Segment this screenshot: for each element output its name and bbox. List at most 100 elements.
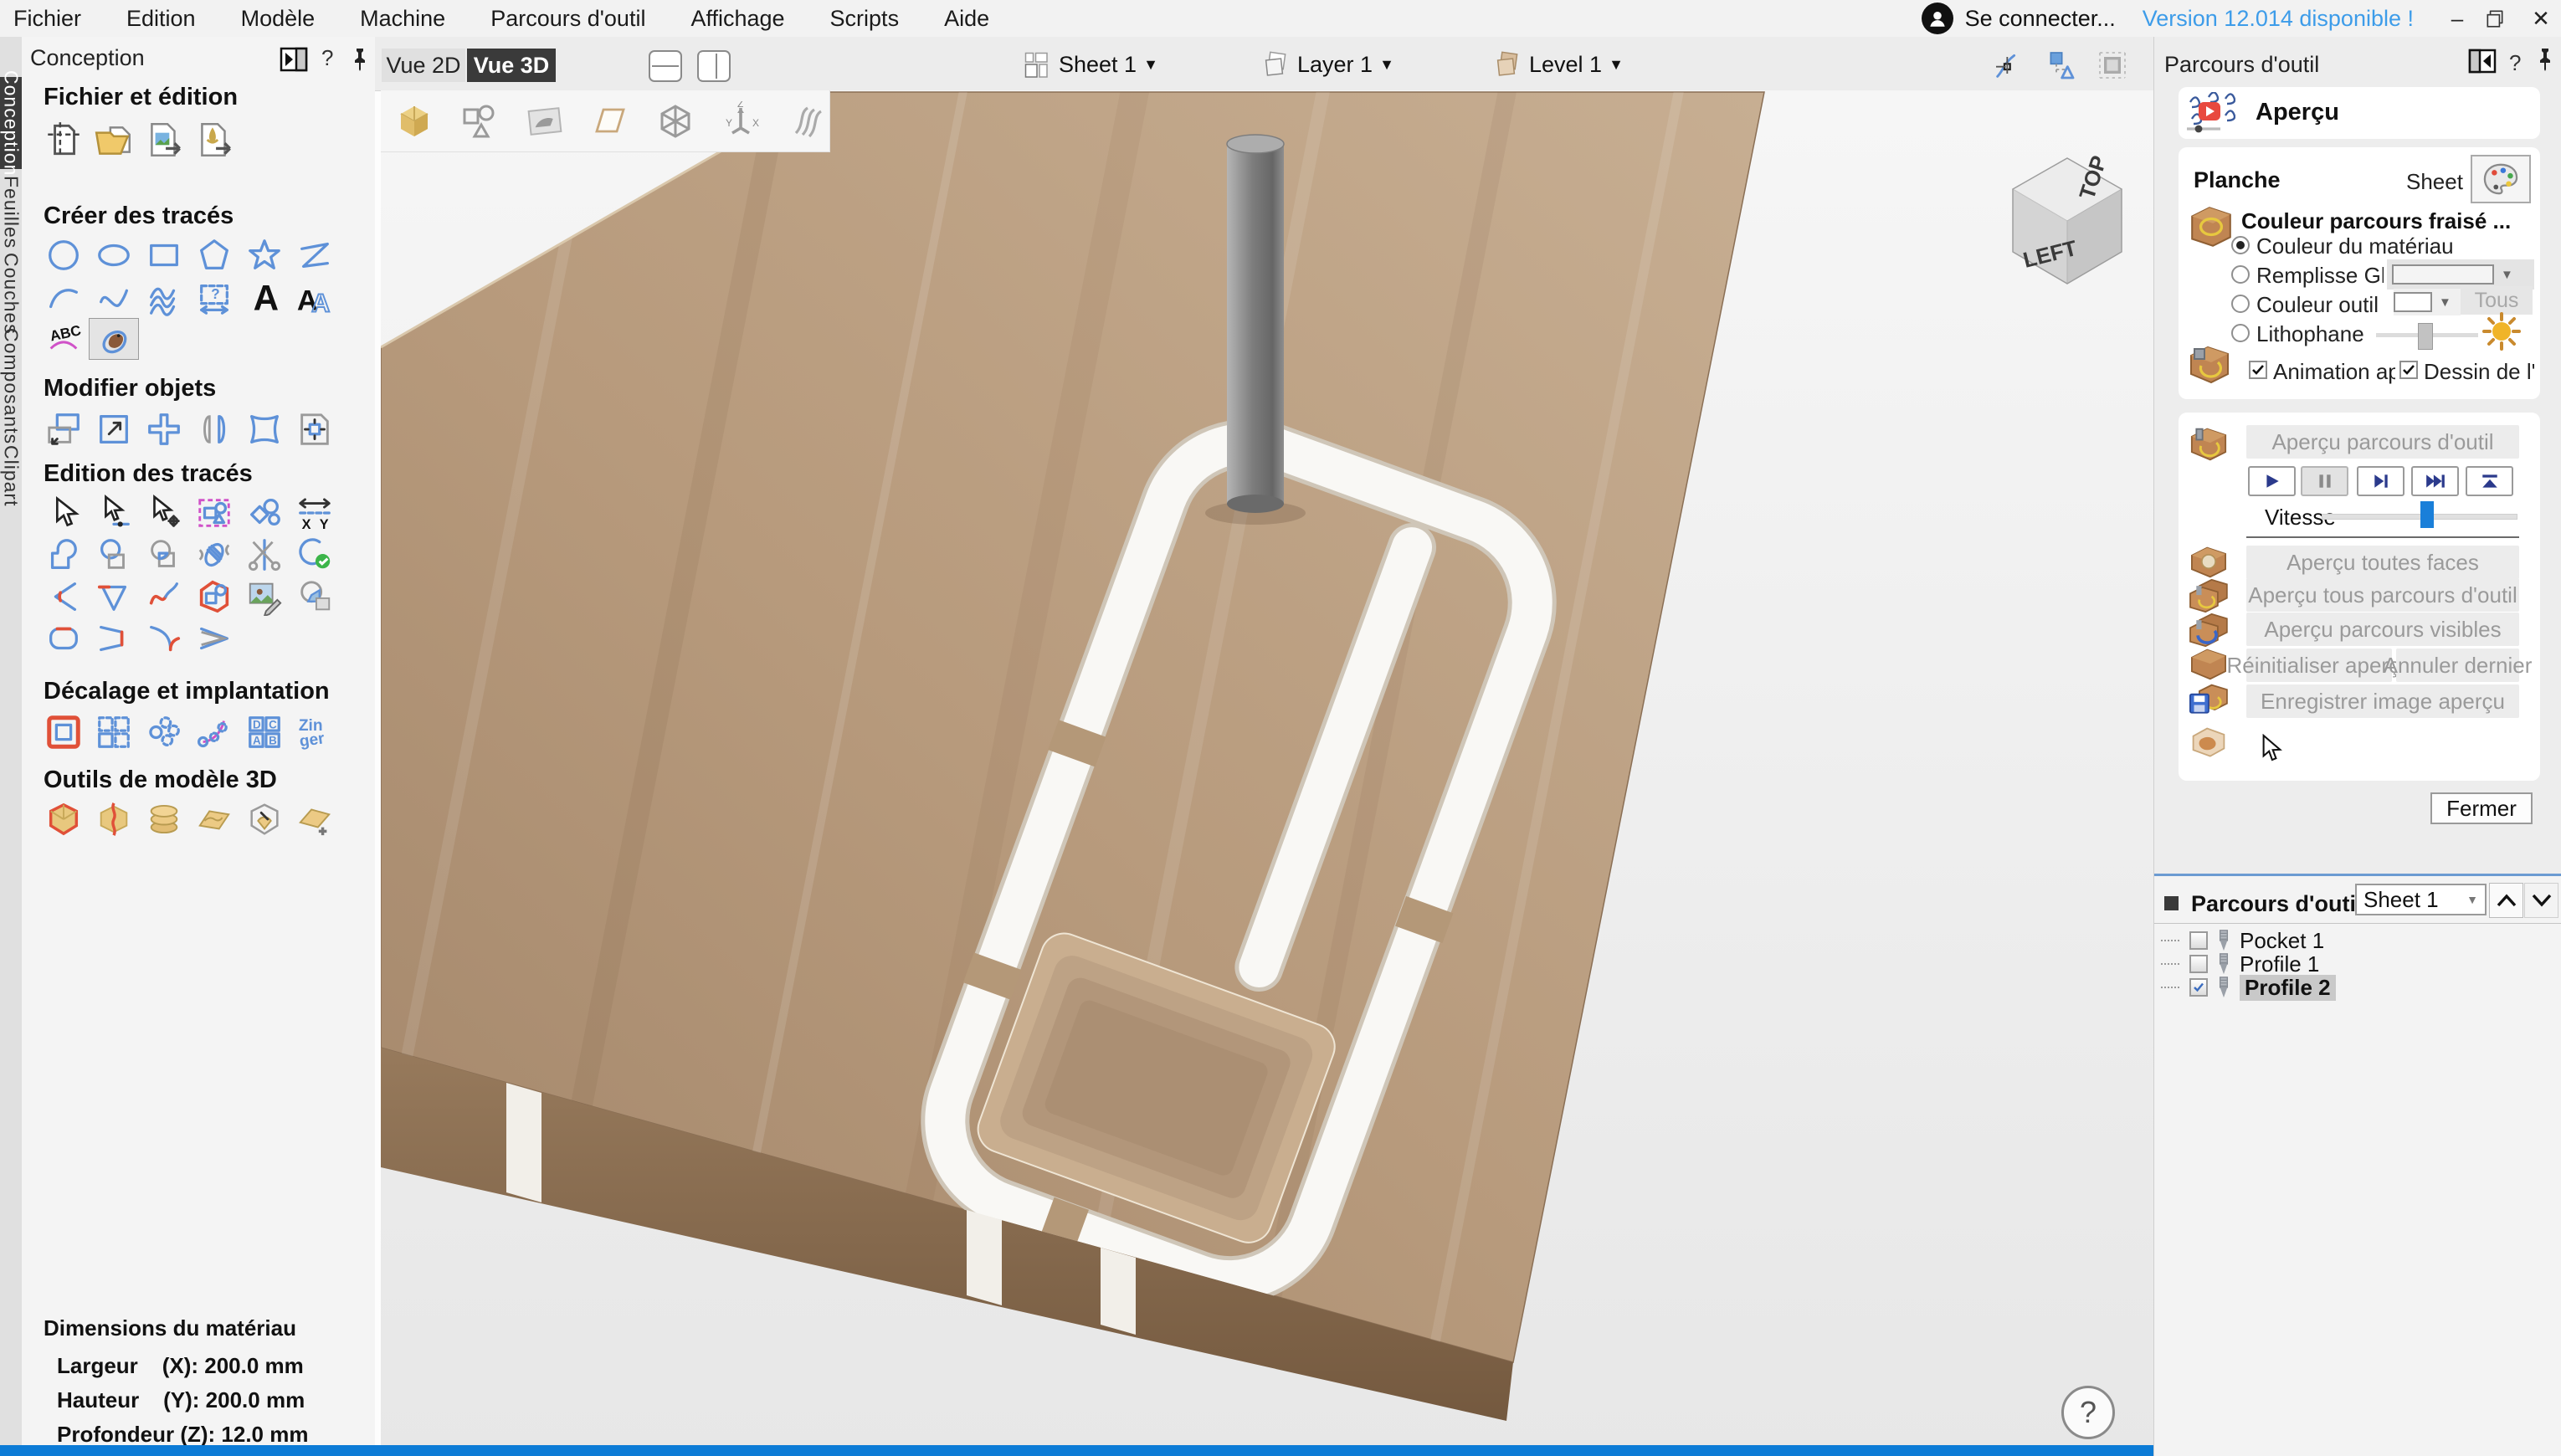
model3d-split-icon[interactable]: [89, 798, 139, 840]
menu-edition[interactable]: Edition: [104, 0, 218, 37]
side-tab-conception[interactable]: Conception: [0, 77, 22, 169]
show-axes-icon[interactable]: ZYX: [721, 101, 761, 141]
model3d-slices-icon[interactable]: [139, 798, 189, 840]
toolpath-sheet-select[interactable]: Sheet 1 ▼: [2355, 884, 2487, 915]
radio-lithophane[interactable]: [2231, 324, 2250, 342]
box-select-icon[interactable]: [189, 492, 239, 534]
draw-polygon-icon[interactable]: [189, 234, 239, 276]
step-forward-button[interactable]: [2357, 466, 2404, 496]
move-object-icon[interactable]: [38, 408, 89, 450]
side-tab-couches[interactable]: Couches: [0, 258, 22, 330]
offset-vector-icon[interactable]: [189, 576, 239, 618]
menu-modele[interactable]: Modèle: [218, 0, 338, 37]
job-setup-icon[interactable]: [38, 114, 89, 166]
model3d-add-sheet-icon[interactable]: [290, 798, 340, 840]
draw-dimension-icon[interactable]: ?: [189, 276, 239, 318]
resize-material-icon[interactable]: [290, 408, 340, 450]
pin-icon[interactable]: [2535, 47, 2555, 72]
level-selector[interactable]: Level 1▼: [1492, 49, 1624, 80]
save-preview-image-button[interactable]: Enregistrer image aperçu: [2246, 684, 2519, 718]
preview-all-sides-button[interactable]: Aperçu toutes faces: [2246, 546, 2519, 579]
edit-bitmap-icon[interactable]: [239, 576, 290, 618]
help-bubble-button[interactable]: ?: [2061, 1386, 2115, 1439]
tous-button[interactable]: Tous: [2461, 286, 2533, 315]
nesting-blocks-icon[interactable]: DCAB: [239, 711, 290, 753]
distort-object-icon[interactable]: [239, 408, 290, 450]
close-button[interactable]: ✕: [2526, 6, 2556, 32]
intersect-icon[interactable]: [139, 534, 189, 576]
menu-aide[interactable]: Aide: [921, 0, 1012, 37]
extend-curve-icon[interactable]: [139, 618, 189, 659]
draw-text-icon[interactable]: A: [239, 276, 290, 318]
reset-preview-button[interactable]: Réinitialiser aperçu: [2246, 649, 2392, 682]
tool-color-dropdown[interactable]: ▼: [2394, 289, 2461, 315]
viewport-3d[interactable]: TOP LEFT: [381, 90, 2153, 1456]
toolpath-checkbox[interactable]: [2189, 955, 2208, 973]
speed-slider-handle[interactable]: [2420, 501, 2434, 528]
snap-shapes-icon[interactable]: [2044, 49, 2077, 82]
clip-vectors-icon[interactable]: [189, 534, 239, 576]
run-to-end-button[interactable]: [2466, 466, 2513, 496]
layer-selector[interactable]: Layer 1▼: [1260, 49, 1394, 80]
copy-along-curve-icon[interactable]: [189, 711, 239, 753]
checkbox-draw-tool[interactable]: [2399, 361, 2418, 379]
transform-select-icon[interactable]: [139, 492, 189, 534]
show-vectors-icon[interactable]: [459, 101, 500, 141]
radio-global-fill[interactable]: [2231, 265, 2250, 284]
global-fill-color-dropdown[interactable]: ▼: [2387, 259, 2534, 290]
move-up-button[interactable]: [2489, 883, 2523, 918]
join-close-icon[interactable]: [290, 534, 340, 576]
draw-curve-icon[interactable]: [89, 276, 139, 318]
draw-circle-icon[interactable]: [38, 234, 89, 276]
zinger-nesting-icon[interactable]: Zinger: [290, 711, 340, 753]
draw-rectangle-icon[interactable]: [139, 234, 189, 276]
mirror-object-icon[interactable]: [189, 408, 239, 450]
lithophane-slider-handle[interactable]: [2418, 323, 2433, 350]
draw-ellipse-icon[interactable]: [89, 234, 139, 276]
open-corner-icon[interactable]: [89, 618, 139, 659]
split-vertical-icon[interactable]: [697, 50, 731, 82]
weld-shapes-icon[interactable]: [239, 492, 290, 534]
fillet-inside-icon[interactable]: [38, 576, 89, 618]
offset-icon[interactable]: [38, 711, 89, 753]
split-horizontal-icon[interactable]: [649, 50, 682, 82]
toolpath-checkbox[interactable]: [2189, 931, 2208, 950]
scale-object-icon[interactable]: [89, 408, 139, 450]
material-color-button[interactable]: [2471, 155, 2531, 203]
checkbox-animate-preview[interactable]: [2249, 361, 2267, 379]
show-bitmap-icon[interactable]: [525, 101, 565, 141]
play-button[interactable]: [2248, 466, 2296, 496]
toolpath-row-pocket1[interactable]: Pocket 1: [2161, 930, 2324, 951]
array-copy-icon[interactable]: [89, 711, 139, 753]
side-tab-clipart[interactable]: Clipart: [0, 443, 22, 509]
snap-geometry-icon[interactable]: [1992, 49, 2025, 82]
trace-bitmap-icon[interactable]: [89, 318, 139, 360]
side-tab-composants[interactable]: Composants: [0, 338, 22, 435]
view-cube[interactable]: TOP LEFT: [2013, 152, 2122, 284]
smooth-curve-icon[interactable]: [139, 576, 189, 618]
circular-copy-icon[interactable]: [139, 711, 189, 753]
open-file-icon[interactable]: [89, 114, 139, 166]
sign-in-link[interactable]: Se connecter...: [1965, 6, 2116, 32]
subtract-icon[interactable]: [89, 534, 139, 576]
draw-arc-icon[interactable]: [38, 276, 89, 318]
radio-tool-color[interactable]: [2231, 295, 2250, 313]
draw-star-icon[interactable]: [239, 234, 290, 276]
model3d-carve-icon[interactable]: [239, 798, 290, 840]
import-vector-icon[interactable]: [189, 114, 239, 166]
show-wireframe-icon[interactable]: [655, 101, 695, 141]
toolpath-row-profile1[interactable]: Profile 1: [2161, 953, 2319, 975]
round-corners-icon[interactable]: [38, 618, 89, 659]
model3d-texture-icon[interactable]: [189, 798, 239, 840]
menu-fichier[interactable]: Fichier: [0, 0, 104, 37]
sheet-selector[interactable]: Sheet 1▼: [1022, 49, 1158, 80]
trim-icon[interactable]: [239, 534, 290, 576]
undo-last-button[interactable]: Annuler dernier: [2396, 649, 2519, 682]
text-edit-icon[interactable]: AA: [290, 276, 340, 318]
model3d-import-icon[interactable]: [38, 798, 89, 840]
draw-polyline-icon[interactable]: [290, 234, 340, 276]
menu-machine[interactable]: Machine: [337, 0, 468, 37]
fillet-point-icon[interactable]: [89, 576, 139, 618]
preview-visible-toolpaths-button[interactable]: Aperçu parcours visibles: [2246, 613, 2519, 646]
select-tool-icon[interactable]: [38, 492, 89, 534]
